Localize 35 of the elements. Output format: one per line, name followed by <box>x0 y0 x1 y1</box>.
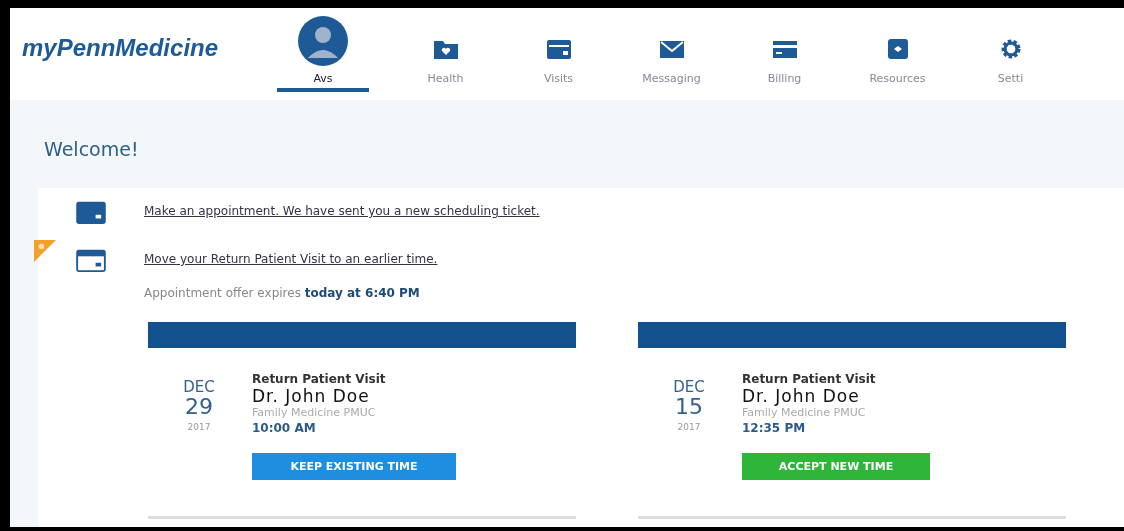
appointment-time: 10:00 AM <box>252 421 316 435</box>
nav-tab[interactable]: Billing <box>728 8 841 92</box>
department-name: Family Medicine PMUC <box>742 406 866 419</box>
offer-expiry-text: Appointment offer expires today at 6:40 PM <box>144 286 421 300</box>
date-month: DEC <box>673 378 705 396</box>
calendar-icon <box>545 38 572 60</box>
date-month: DEC <box>183 378 215 396</box>
visit-type: Return Patient Visit <box>252 372 386 386</box>
calendar-icon <box>76 200 106 224</box>
welcome-heading: Welcome! <box>44 138 140 160</box>
nav-tab[interactable]: Messaging <box>615 8 728 92</box>
nav-tab[interactable]: Visits <box>502 8 615 92</box>
brand-logo[interactable]: myPennMedicine <box>22 34 277 62</box>
visit-type: Return Patient Visit <box>742 372 876 386</box>
envelope-icon <box>658 38 685 60</box>
date-year: 2017 <box>677 422 701 432</box>
time-button[interactable]: ACCEPT NEW TIME <box>742 453 930 480</box>
nav-tab[interactable]: Resources <box>841 8 954 92</box>
nav-tab[interactable]: Avs <box>277 8 369 92</box>
task-link[interactable]: Make an appointment. We have sent you a new scheduling ticket. <box>144 204 540 218</box>
avatar-icon <box>298 16 348 66</box>
date-day: 15 <box>675 396 703 418</box>
appointment-time: 12:35 PM <box>742 421 806 435</box>
calendar-icon <box>76 248 106 272</box>
date-year: 2017 <box>187 422 211 432</box>
folder-icon <box>432 38 459 60</box>
provider-name: Dr. John Doe <box>252 386 370 406</box>
time-button[interactable]: KEEP EXISTING TIME <box>252 453 456 480</box>
nav-tab[interactable]: Health <box>389 8 502 92</box>
provider-name: Dr. John Doe <box>742 386 860 406</box>
date-day: 29 <box>185 396 213 418</box>
credit-card-icon <box>771 38 798 60</box>
task-link[interactable]: Move your Return Patient Visit to an earlier time. <box>144 252 438 266</box>
nav-tab[interactable]: Setti <box>954 8 1067 92</box>
department-name: Family Medicine PMUC <box>252 406 376 419</box>
